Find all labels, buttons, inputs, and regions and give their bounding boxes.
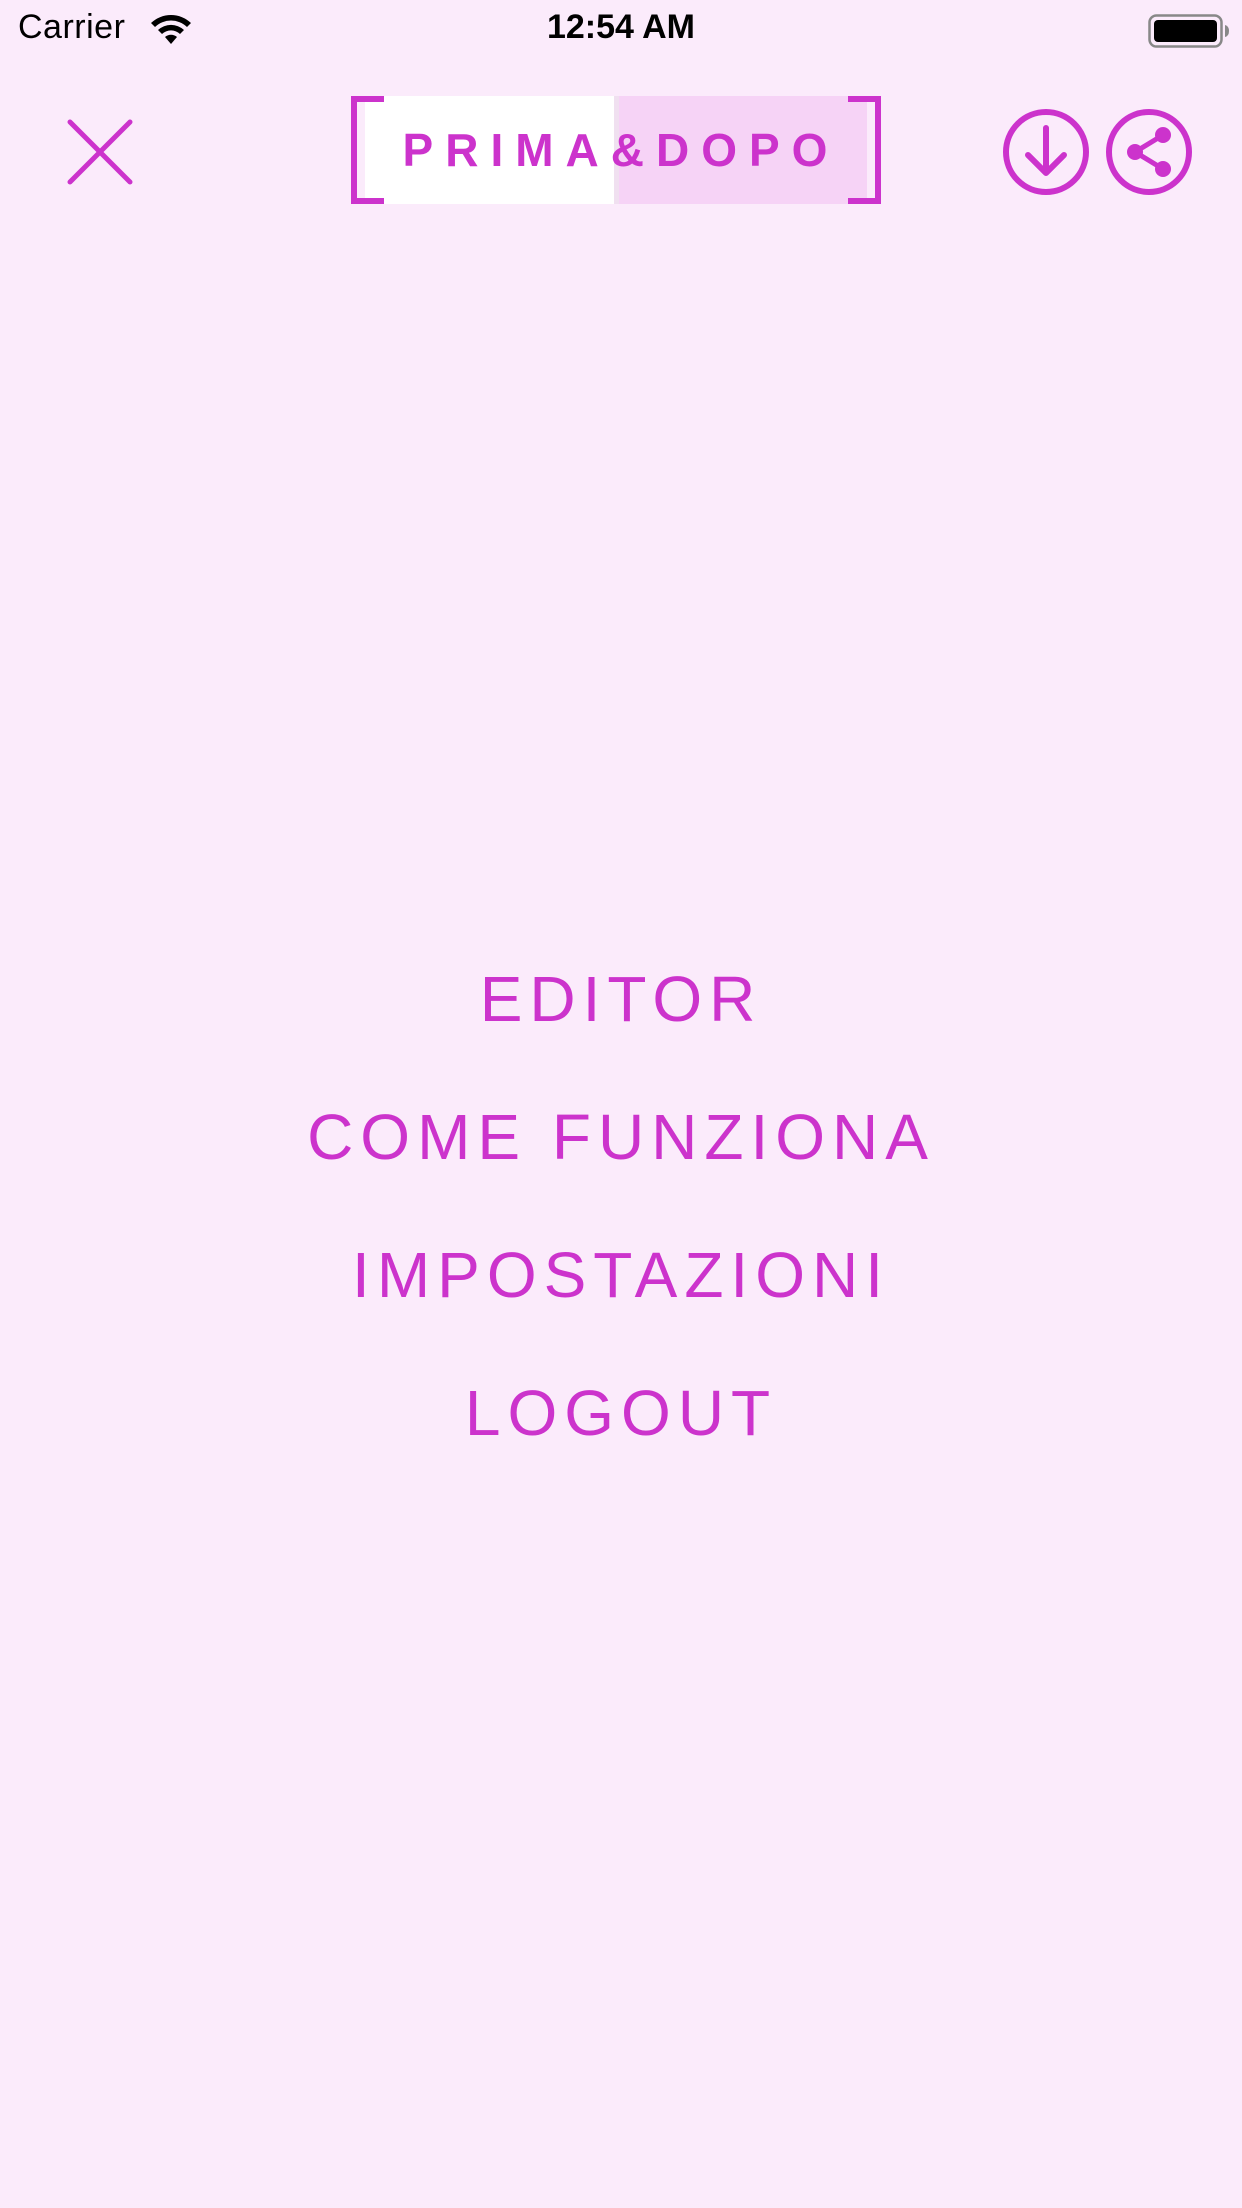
menu-item-come-funziona[interactable]: COME FUNZIONA	[0, 1068, 1242, 1206]
status-bar: Carrier 12:54 AM	[0, 0, 1242, 62]
battery-icon	[1148, 14, 1229, 48]
app-logo: PRIMA&DOPO	[351, 96, 881, 204]
main-menu: EDITOR COME FUNZIONA IMPOSTAZIONI LOGOUT	[0, 930, 1242, 1482]
menu-item-editor[interactable]: EDITOR	[0, 930, 1242, 1068]
clock: 12:54 AM	[546, 8, 696, 46]
menu-item-logout[interactable]: LOGOUT	[0, 1344, 1242, 1482]
close-icon[interactable]	[62, 114, 138, 190]
menu-item-impostazioni[interactable]: IMPOSTAZIONI	[0, 1206, 1242, 1344]
share-icon[interactable]	[1105, 108, 1193, 196]
logo-text: PRIMA&DOPO	[402, 124, 840, 176]
download-icon[interactable]	[1002, 108, 1090, 196]
